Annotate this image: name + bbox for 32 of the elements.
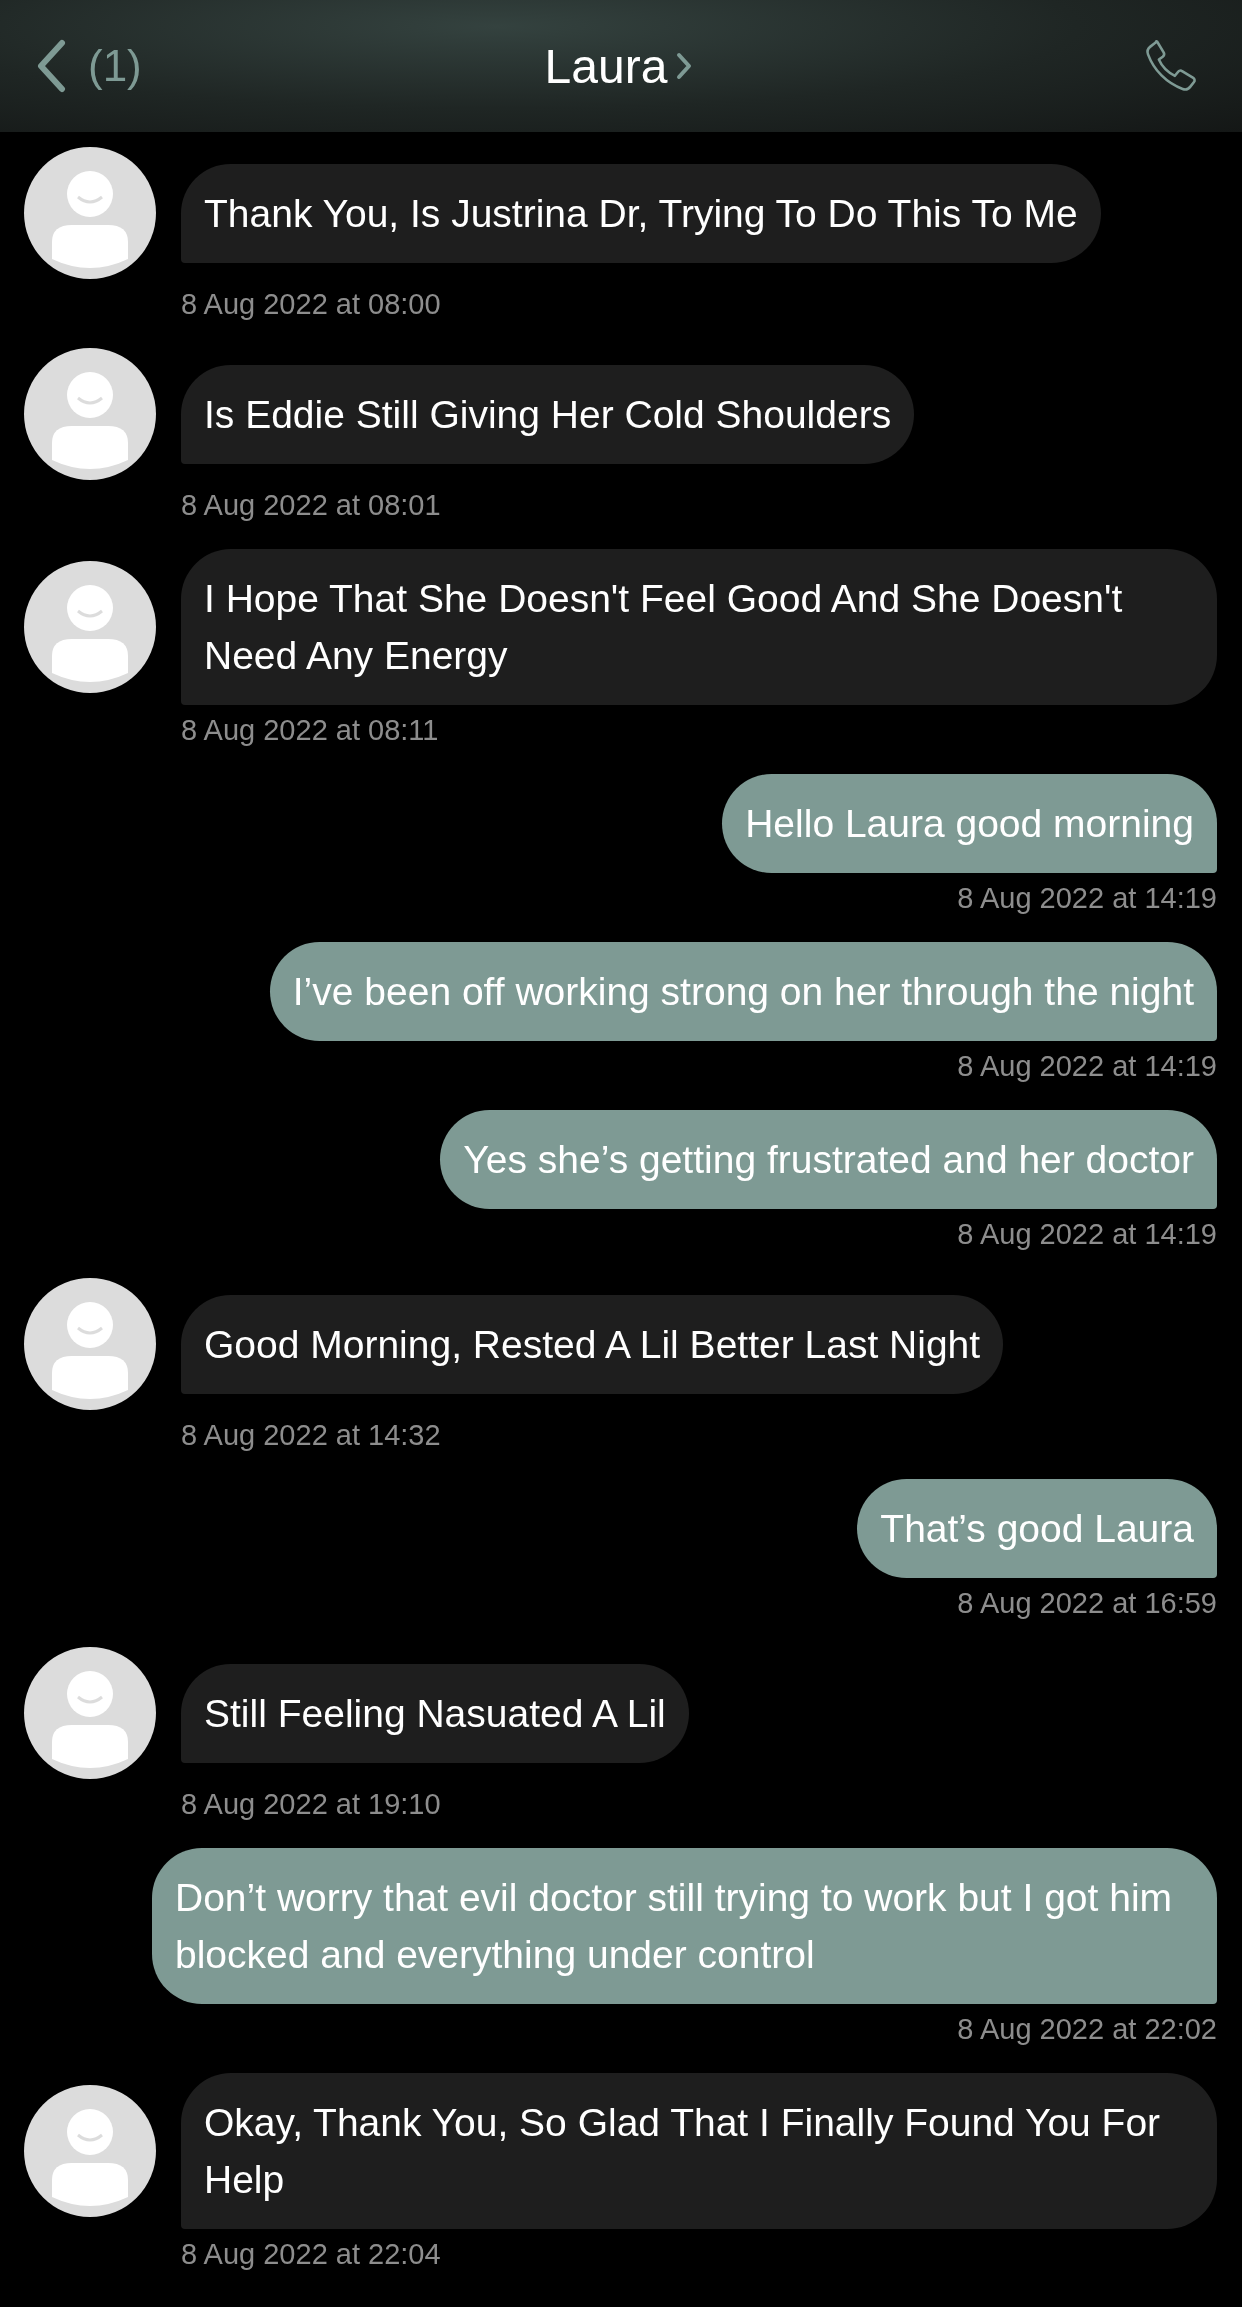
message-bubble: Thank You, Is Justrina Dr, Trying To Do This To Me — [181, 163, 1101, 263]
message-bubble: Hello Laura good morning — [722, 774, 1217, 873]
message-timestamp: 8 Aug 2022 at 19:10 — [180, 1787, 442, 1822]
message-timestamp: 8 Aug 2022 at 22:02 — [957, 2012, 1217, 2047]
message-timestamp: 8 Aug 2022 at 08:11 — [180, 713, 440, 748]
avatar-icon — [24, 1278, 156, 1410]
avatar-icon — [24, 2085, 156, 2217]
message-timestamp: 8 Aug 2022 at 14:19 — [957, 881, 1217, 916]
back-icon[interactable] — [36, 39, 66, 93]
avatar-icon — [24, 147, 156, 279]
contact-name[interactable]: Laura — [544, 38, 694, 94]
message-bubble: I Hope That She Doesn't Feel Good And She Doesn't Need Any Energy — [181, 549, 1217, 705]
avatar-icon — [24, 1647, 156, 1779]
message-timestamp: 8 Aug 2022 at 08:00 — [180, 287, 442, 322]
message-bubble: Still Feeling Nasuated A Lil — [181, 1663, 689, 1763]
message-bubble: I’ve been off working strong on her through the night — [269, 942, 1217, 1041]
message-timestamp: 8 Aug 2022 at 08:01 — [180, 488, 442, 523]
avatar-icon — [24, 561, 156, 693]
back-button[interactable]: (1) — [88, 41, 142, 91]
message-timestamp: 8 Aug 2022 at 14:19 — [957, 1217, 1217, 1252]
chevron-icon — [675, 51, 694, 81]
message-bubble: Good Morning, Rested A Lil Better Last Night — [181, 1294, 1004, 1394]
message-bubble: Yes she’s getting frustrated and her doctor — [440, 1110, 1217, 1209]
message-bubble: Is Eddie Still Giving Her Cold Shoulders — [181, 364, 915, 464]
message-timestamp: 8 Aug 2022 at 16:59 — [957, 1586, 1217, 1621]
message-bubble: Okay, Thank You, So Glad That I Finally Found You For Help — [181, 2073, 1217, 2229]
message-timestamp: 8 Aug 2022 at 14:32 — [180, 1418, 442, 1453]
avatar-icon — [24, 348, 156, 480]
message-bubble: Don’t worry that evil doctor still trying to work but I got him blocked and everything under control — [152, 1848, 1217, 2004]
message-bubble: That’s good Laura — [857, 1479, 1217, 1578]
message-timestamp: 8 Aug 2022 at 22:04 — [180, 2237, 442, 2272]
message-timestamp: 8 Aug 2022 at 14:19 — [957, 1049, 1217, 1084]
